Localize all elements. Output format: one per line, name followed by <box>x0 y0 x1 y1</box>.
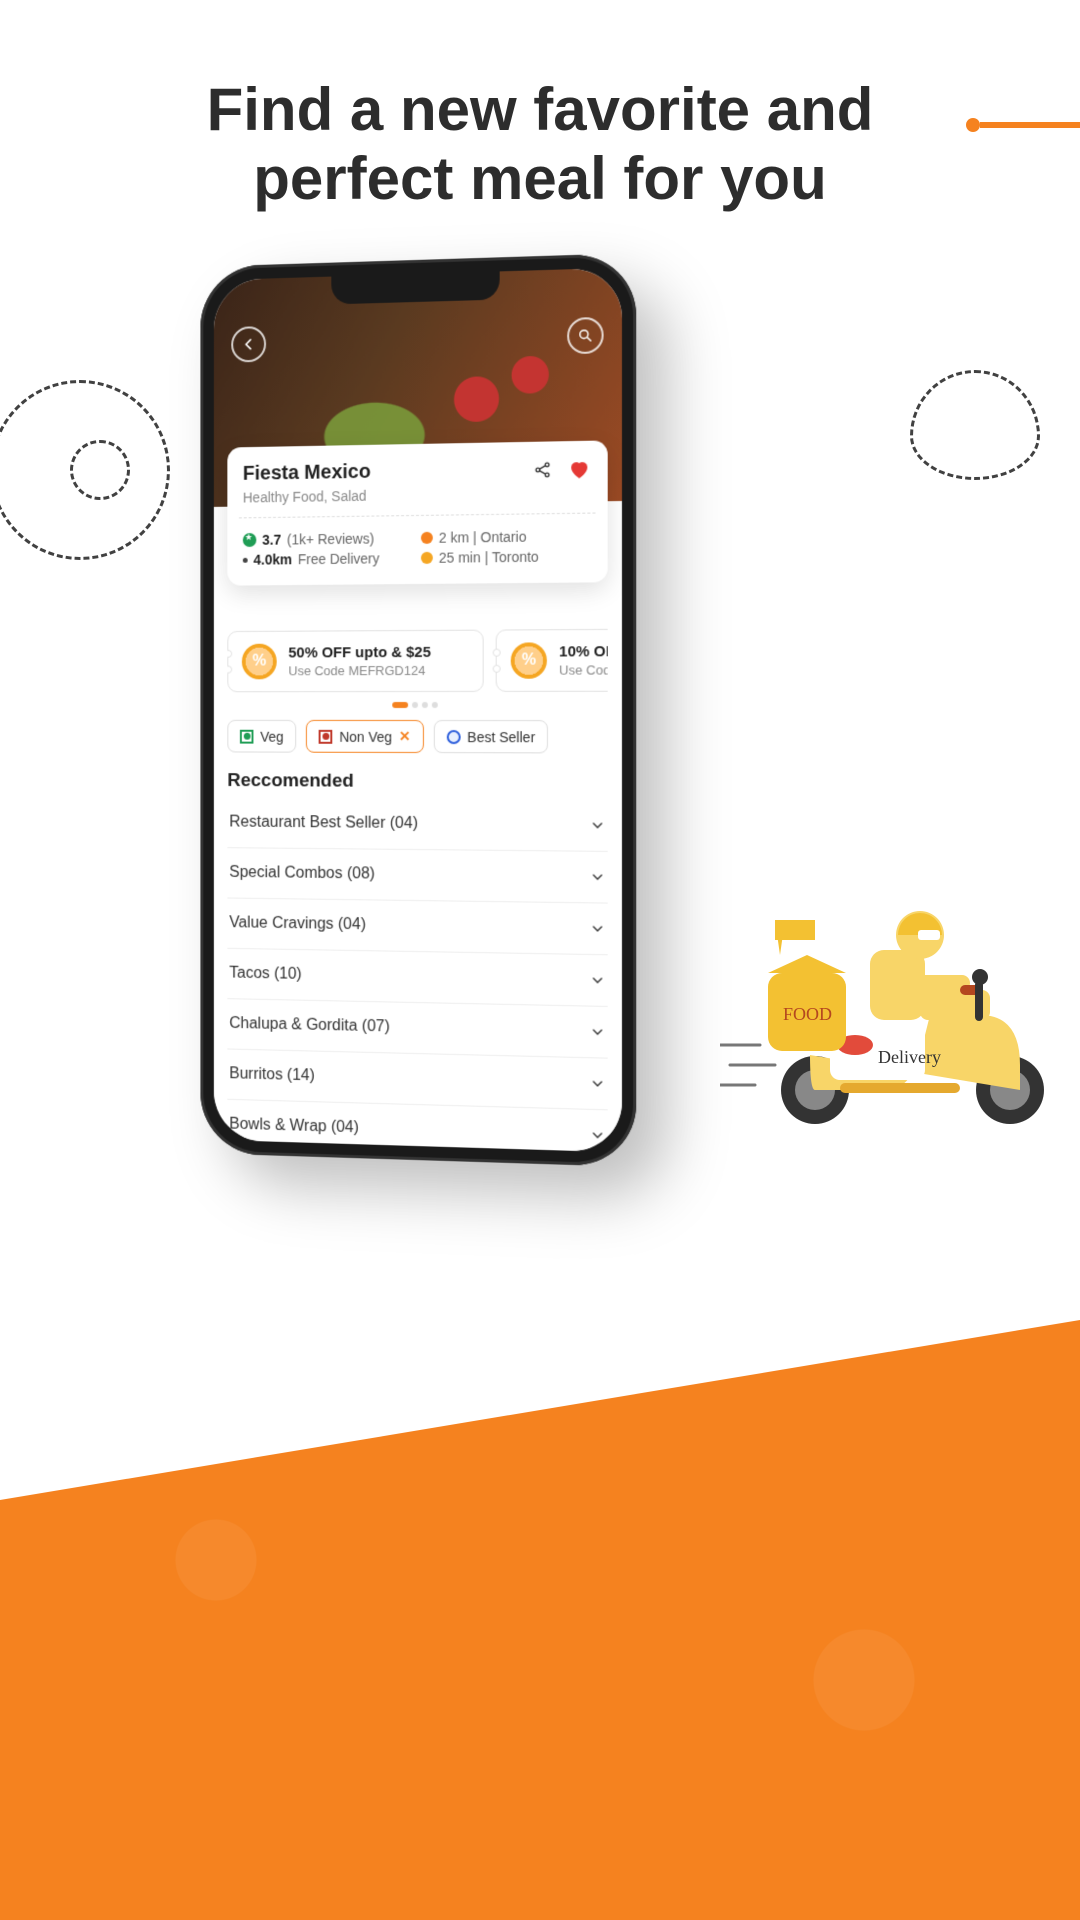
category-label: Special Combos (08) <box>229 864 375 884</box>
section-title: Reccomended <box>227 770 607 794</box>
coupon-title: 50% OFF upto & $25 <box>288 644 431 662</box>
veg-icon <box>240 729 254 743</box>
dot-icon <box>243 557 248 562</box>
filter-bestseller[interactable]: Best Seller <box>433 720 548 753</box>
coupon-title: 10% OFF <box>559 643 608 660</box>
chevron-down-icon <box>589 972 605 989</box>
chevron-down-icon <box>589 921 605 937</box>
percent-icon: % <box>511 642 547 678</box>
decoration-circle <box>910 370 1040 480</box>
category-label: Chalupa & Gordita (07) <box>229 1015 390 1036</box>
favorite-icon[interactable] <box>567 457 591 482</box>
decoration-circle <box>70 440 130 500</box>
coupon-card[interactable]: % 50% OFF upto & $25 Use Code MEFRGD124 <box>227 630 483 693</box>
category-label: Burritos (14) <box>229 1065 314 1085</box>
filter-chips: Veg Non Veg ✕ Best Seller <box>227 720 607 754</box>
star-icon <box>243 533 257 547</box>
chevron-left-icon <box>241 336 256 352</box>
category-row[interactable]: Chalupa & Gordita (07) <box>227 999 607 1059</box>
category-label: Value Cravings (04) <box>229 914 366 934</box>
category-row[interactable]: Value Cravings (04) <box>227 898 607 955</box>
chevron-down-icon <box>589 817 605 833</box>
reviews-count: (1k+ Reviews) <box>287 531 374 548</box>
back-button[interactable] <box>231 326 266 362</box>
phone-mockup: Fiesta Mexico Healthy Food, Salad 3.7 (1… <box>200 253 636 1167</box>
rating-value: 3.7 <box>262 532 281 548</box>
category-label: Bowls & Wrap (04) <box>229 1116 359 1138</box>
restaurant-info-card: Fiesta Mexico Healthy Food, Salad 3.7 (1… <box>227 440 607 585</box>
pin-icon <box>421 532 433 544</box>
carousel-pager <box>227 702 607 708</box>
delivery-tag-label: Delivery <box>878 1047 941 1067</box>
filter-label: Best Seller <box>467 729 535 745</box>
phone-notch <box>331 271 499 304</box>
location-2: 25 min | Toronto <box>439 549 539 566</box>
chevron-down-icon <box>589 869 605 885</box>
restaurant-name: Fiesta Mexico <box>243 461 371 486</box>
accent-line <box>980 122 1080 128</box>
delivery-label: Free Delivery <box>298 550 380 567</box>
rating-row: 3.7 (1k+ Reviews) <box>243 530 409 548</box>
coupon-card[interactable]: % 10% OFF Use Code <box>496 629 608 692</box>
close-icon[interactable]: ✕ <box>399 728 411 745</box>
clock-icon <box>421 552 433 564</box>
delivery-illustration: Delivery FOOD <box>720 895 1060 1135</box>
distance-row: 4.0km Free Delivery <box>243 550 409 568</box>
location-row: 2 km | Ontario <box>421 528 592 546</box>
category-row[interactable]: Special Combos (08) <box>227 848 607 903</box>
nonveg-icon <box>319 729 333 743</box>
eta-row: 25 min | Toronto <box>421 548 592 566</box>
percent-icon: % <box>242 644 277 680</box>
coupon-code: Use Code MEFRGD124 <box>288 663 431 678</box>
chevron-down-icon <box>589 1024 605 1041</box>
filter-veg[interactable]: Veg <box>227 720 296 753</box>
distance-value: 4.0km <box>253 551 292 567</box>
delivery-box-label: FOOD <box>783 1004 832 1024</box>
chevron-down-icon <box>589 1075 605 1092</box>
chevron-down-icon <box>589 1127 605 1144</box>
category-label: Restaurant Best Seller (04) <box>229 814 418 833</box>
coupon-carousel[interactable]: % 50% OFF upto & $25 Use Code MEFRGD124 … <box>227 629 607 692</box>
category-row[interactable]: Tacos (10) <box>227 949 607 1007</box>
search-button[interactable] <box>567 317 604 354</box>
location-1: 2 km | Ontario <box>439 529 527 546</box>
bottom-band <box>0 1320 1080 1920</box>
filter-label: Non Veg <box>339 728 392 744</box>
restaurant-cuisine: Healthy Food, Salad <box>243 488 371 506</box>
filter-label: Veg <box>260 728 283 744</box>
badge-icon <box>446 730 460 744</box>
category-label: Tacos (10) <box>229 965 301 984</box>
coupon-code: Use Code <box>559 662 608 677</box>
share-icon[interactable] <box>533 460 553 481</box>
search-icon <box>577 327 593 344</box>
hero-title: Find a new favorite and perfect meal for… <box>110 75 970 213</box>
filter-nonveg[interactable]: Non Veg ✕ <box>306 720 423 753</box>
category-row[interactable]: Restaurant Best Seller (04) <box>227 798 607 852</box>
